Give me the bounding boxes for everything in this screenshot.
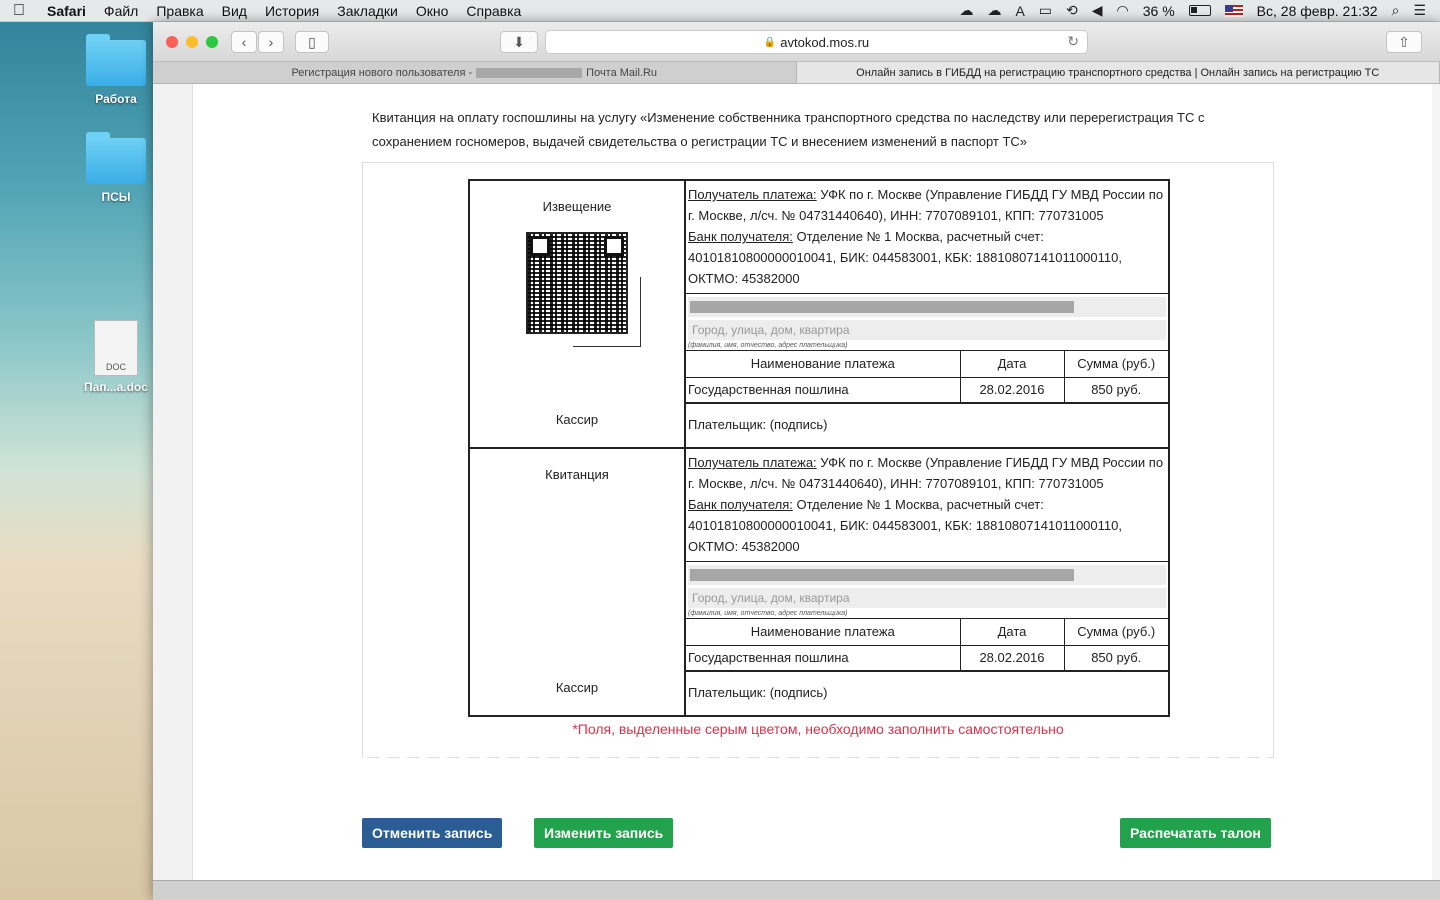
payer-address-field[interactable]: Город, улица, дом, квартира bbox=[688, 320, 1166, 340]
col-payment-name: Наименование платежа bbox=[686, 619, 961, 646]
scrollbar[interactable] bbox=[1432, 84, 1440, 880]
menu-app-name[interactable]: Safari bbox=[38, 3, 95, 19]
payment-date: 28.02.2016 bbox=[959, 644, 1065, 672]
payer-signature: Плательщик: (подпись) bbox=[688, 685, 828, 700]
cashier-label: Кассир bbox=[555, 412, 599, 427]
print-ticket-button[interactable]: Распечатать талон bbox=[1120, 818, 1271, 848]
share-button[interactable]: ⇧ bbox=[1386, 31, 1422, 53]
receipt-table: Извещение Кассир Получатель платежа: УФК… bbox=[468, 179, 1170, 717]
desktop-folder-work[interactable]: Работа bbox=[76, 34, 156, 106]
col-sum: Сумма (руб.) bbox=[1063, 619, 1168, 646]
forward-button[interactable]: › bbox=[258, 31, 284, 53]
time-machine-icon[interactable]: ⟲ bbox=[1066, 2, 1078, 19]
payment-date: 28.02.2016 bbox=[959, 376, 1065, 404]
recipient-info: Получатель платежа: УФК по г. Москве (Уп… bbox=[686, 449, 1168, 562]
redacted-email bbox=[476, 67, 583, 78]
torn-edge bbox=[363, 753, 1273, 763]
payer-name-field[interactable] bbox=[688, 565, 1166, 585]
notice-right-cell: Получатель платежа: УФК по г. Москве (Уп… bbox=[685, 180, 1169, 449]
col-date: Дата bbox=[959, 619, 1065, 646]
payer-name-field[interactable] bbox=[688, 297, 1166, 317]
adobe-icon[interactable]: A bbox=[1015, 3, 1024, 19]
desktop-folder-psy[interactable]: ПСЫ bbox=[76, 132, 156, 204]
recipient-info: Получатель платежа: УФК по г. Москве (Уп… bbox=[686, 181, 1168, 294]
page-intro: Квитанция на оплату госпошлины на услугу… bbox=[372, 110, 1205, 149]
change-booking-button[interactable]: Изменить запись bbox=[534, 818, 674, 848]
cloud-icon[interactable]: ☁ bbox=[959, 2, 973, 19]
volume-icon[interactable]: ◀ bbox=[1092, 2, 1103, 19]
address-url: avtokod.mos.ru bbox=[780, 34, 870, 50]
folder-icon bbox=[86, 34, 146, 86]
payment-table: Наименование платежа Дата Сумма (руб.) Г… bbox=[686, 619, 1168, 672]
page-gutter bbox=[153, 84, 193, 880]
share-icon: ⇧ bbox=[1398, 33, 1410, 50]
tab-mail[interactable]: Регистрация нового пользователя - Почта … bbox=[153, 62, 797, 83]
back-button[interactable]: ‹ bbox=[231, 31, 257, 53]
notice-title: Извещение bbox=[542, 199, 612, 214]
downloads-button[interactable]: ⬇ bbox=[500, 31, 538, 53]
required-fields-note: *Поля, выделенные серым цветом, необходи… bbox=[572, 721, 1064, 737]
close-window-button[interactable] bbox=[166, 36, 178, 48]
spotlight-search-icon[interactable]: ⌕ bbox=[1392, 2, 1400, 19]
chevron-right-icon: › bbox=[268, 34, 274, 50]
desktop-doc-file[interactable]: DOC Пап...a.doc bbox=[76, 320, 156, 394]
menu-bookmarks[interactable]: Закладки bbox=[328, 3, 407, 19]
notice-left-cell: Извещение Кассир bbox=[469, 180, 686, 449]
col-payment-name: Наименование платежа bbox=[686, 351, 961, 378]
wifi-icon[interactable]: ◠ bbox=[1117, 2, 1129, 19]
payment-table: Наименование платежа Дата Сумма (руб.) Г… bbox=[686, 351, 1168, 404]
sidebar-toggle-button[interactable]: ▯ bbox=[295, 31, 329, 53]
address-bar[interactable]: 🔒 avtokod.mos.ru ↻ bbox=[545, 30, 1088, 54]
payment-name: Государственная пошлина bbox=[686, 376, 961, 404]
notification-center-icon[interactable]: ☰ bbox=[1413, 2, 1426, 19]
payer-address-field[interactable]: Город, улица, дом, квартира bbox=[688, 588, 1166, 608]
menu-window[interactable]: Окно bbox=[407, 3, 458, 19]
col-date: Дата bbox=[959, 351, 1065, 378]
cashier-label: Кассир bbox=[555, 680, 599, 695]
chevron-left-icon: ‹ bbox=[241, 34, 247, 50]
payer-hint: (фамилия, имя, отчество, адрес плательщи… bbox=[686, 609, 1168, 619]
menu-bar:  Safari Файл Правка Вид История Закладк… bbox=[0, 0, 1440, 22]
doc-file-icon: DOC bbox=[94, 320, 138, 376]
folder-icon bbox=[86, 132, 146, 184]
menu-edit[interactable]: Правка bbox=[147, 3, 212, 19]
page-content: Квитанция на оплату госпошлины на услугу… bbox=[153, 84, 1440, 880]
payment-name: Государственная пошлина bbox=[686, 644, 961, 672]
receipt-left-cell: Квитанция Кассир bbox=[469, 448, 686, 716]
airplay-icon[interactable]: ▭ bbox=[1039, 2, 1052, 19]
battery-icon[interactable] bbox=[1188, 5, 1211, 16]
apple-menu-icon[interactable]:  bbox=[0, 2, 38, 20]
minimize-window-button[interactable] bbox=[186, 36, 198, 48]
receipt-title: Квитанция bbox=[545, 467, 609, 482]
payer-signature: Плательщик: (подпись) bbox=[688, 417, 828, 432]
receipt-container: Извещение Кассир Получатель платежа: УФК… bbox=[362, 162, 1274, 763]
zoom-window-button[interactable] bbox=[206, 36, 218, 48]
payer-hint: (фамилия, имя, отчество, адрес плательщи… bbox=[686, 341, 1168, 351]
sidebar-icon: ▯ bbox=[308, 33, 316, 50]
cancel-booking-button[interactable]: Отменить запись bbox=[362, 818, 503, 848]
menu-file[interactable]: Файл bbox=[95, 3, 147, 19]
menu-clock[interactable]: Вс, 28 февр. 21:32 bbox=[1257, 3, 1378, 19]
download-icon: ⬇ bbox=[513, 33, 525, 50]
redacted-name bbox=[690, 301, 1074, 313]
menu-view[interactable]: Вид bbox=[213, 3, 256, 19]
window-bottom-bar bbox=[153, 880, 1440, 900]
menu-help[interactable]: Справка bbox=[457, 3, 530, 19]
browser-toolbar: ‹ › ▯ ⬇ 🔒 avtokod.mos.ru ↻ ⇧ bbox=[153, 22, 1440, 62]
tab-bar: Регистрация нового пользователя - Почта … bbox=[153, 62, 1440, 84]
safari-window: ‹ › ▯ ⬇ 🔒 avtokod.mos.ru ↻ ⇧ Регистрация… bbox=[153, 22, 1440, 900]
redacted-name bbox=[690, 569, 1074, 581]
col-sum: Сумма (руб.) bbox=[1063, 351, 1168, 378]
tab-gibdd[interactable]: Онлайн запись в ГИБДД на регистрацию тра… bbox=[796, 62, 1440, 83]
menu-history[interactable]: История bbox=[256, 3, 328, 19]
sync-cloud-icon[interactable]: ☁ bbox=[987, 2, 1001, 19]
input-source-flag-icon[interactable] bbox=[1224, 4, 1243, 17]
battery-percent: 36 % bbox=[1142, 2, 1175, 19]
receipt-right-cell: Получатель платежа: УФК по г. Москве (Уп… bbox=[685, 448, 1169, 716]
reload-icon[interactable]: ↻ bbox=[1067, 33, 1079, 50]
lock-icon: 🔒 bbox=[763, 36, 777, 48]
payment-sum: 850 руб. bbox=[1063, 644, 1168, 672]
signature-corner bbox=[573, 277, 641, 347]
payment-sum: 850 руб. bbox=[1063, 376, 1168, 404]
